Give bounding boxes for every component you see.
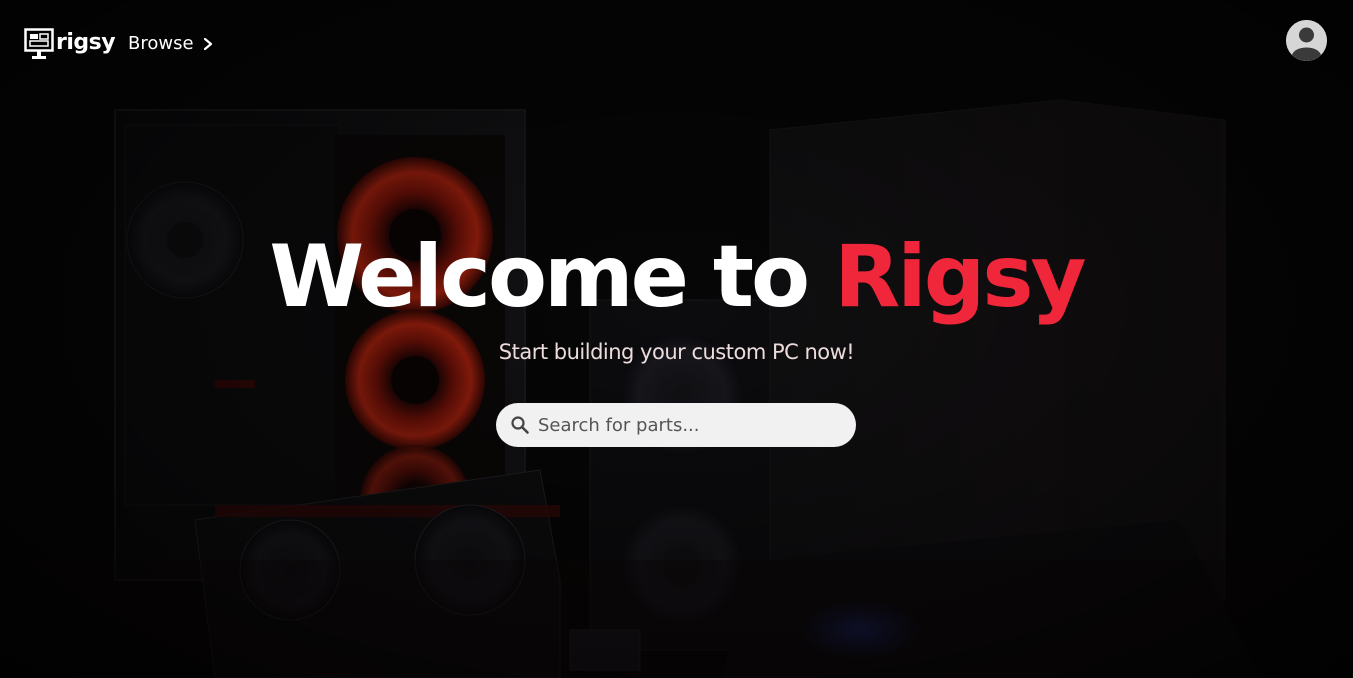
hero-title: Welcome to Rigsy	[0, 222, 1353, 332]
hero-subtitle: Start building your custom PC now!	[498, 340, 855, 364]
hero-title-prefix: Welcome to	[269, 227, 835, 327]
search-input[interactable]	[538, 414, 838, 436]
rigsy-logo[interactable]: rigsy	[24, 28, 116, 60]
user-avatar-icon	[1286, 20, 1327, 61]
search-bar[interactable]	[496, 403, 856, 447]
landing-page: rigsy Browse Welcome to Rigsy Start buil…	[0, 0, 1353, 678]
brand-wordmark: rigsy	[56, 29, 116, 55]
chevron-right-icon	[203, 37, 212, 50]
top-navbar: rigsy Browse	[0, 0, 1353, 90]
browse-label: Browse	[128, 33, 194, 54]
user-avatar-button[interactable]	[1286, 20, 1327, 61]
browse-link[interactable]: Browse	[128, 33, 214, 54]
hero-title-brand: Rigsy	[834, 227, 1087, 327]
hero-dark-overlay	[0, 0, 1353, 678]
search-icon	[511, 416, 529, 434]
monitor-logo-icon	[24, 28, 54, 59]
